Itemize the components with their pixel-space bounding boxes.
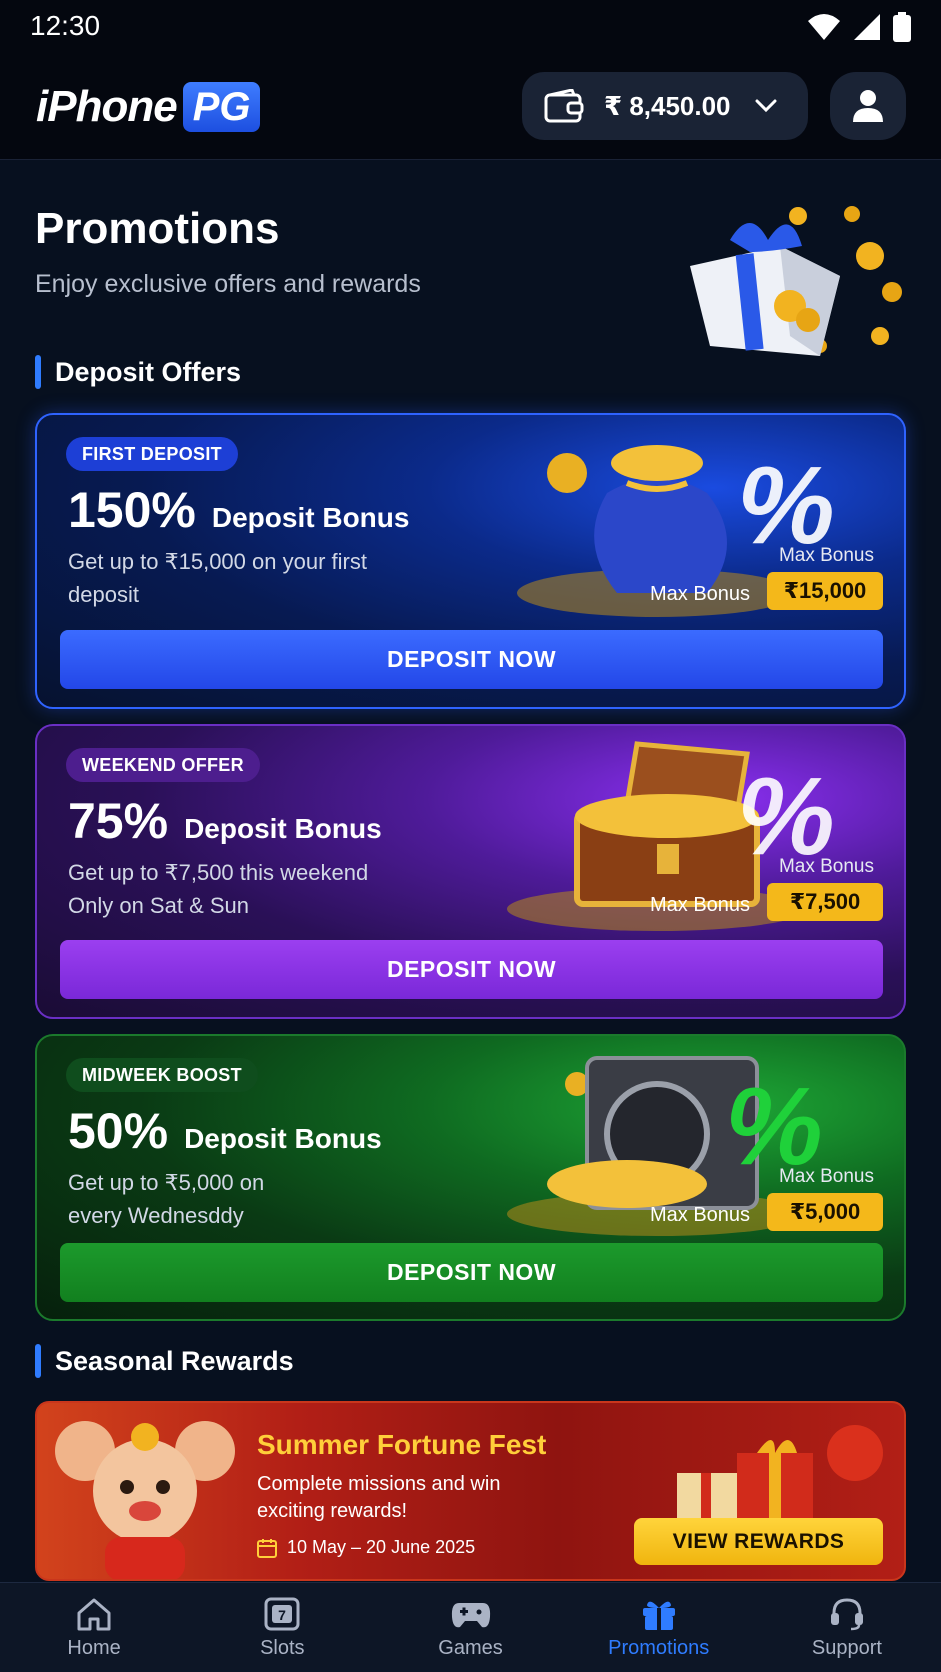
deposit-offers-header: Deposit Offers bbox=[35, 355, 241, 389]
section-accent-bar bbox=[35, 355, 41, 389]
offer-headline: 50% Deposit Bonus bbox=[68, 1102, 382, 1160]
logo-text: iPhone bbox=[36, 82, 178, 131]
wallet-amount: ₹ 8,450.00 bbox=[604, 90, 731, 121]
max-bonus-caption: Max Bonus bbox=[778, 545, 874, 566]
max-bonus-label: Max Bonus bbox=[650, 583, 751, 605]
section-title: Seasonal Rewards bbox=[55, 1345, 294, 1376]
season-description: Complete missions and win exciting rewar… bbox=[257, 1473, 501, 1522]
signal-icon bbox=[854, 14, 880, 40]
wallet-icon bbox=[544, 89, 584, 123]
seasonal-reward-card[interactable]: Summer Fortune Fest Complete missions an… bbox=[35, 1401, 906, 1581]
status-bar: 12:30 bbox=[0, 0, 941, 54]
page-title: Promotions bbox=[35, 204, 280, 253]
max-bonus-value: ₹5,000 bbox=[767, 1193, 883, 1231]
deposit-now-button[interactable]: DEPOSIT NOW bbox=[60, 1243, 883, 1302]
max-bonus-caption: Max Bonus bbox=[778, 856, 874, 877]
nav-item-home[interactable]: Home bbox=[0, 1583, 188, 1672]
mouse-mascot-illustration bbox=[55, 1421, 235, 1579]
nav-item-support[interactable]: Support bbox=[753, 1583, 941, 1672]
offer-card-first-deposit: % FIRST DEPOSIT 150% Deposit Bonus Get u… bbox=[35, 413, 906, 709]
seasonal-rewards-header: Seasonal Rewards bbox=[35, 1344, 294, 1378]
offer-description: Get up to ₹7,500 this weekend Only on Sa… bbox=[68, 860, 369, 918]
view-rewards-button[interactable]: VIEW REWARDS bbox=[634, 1518, 883, 1565]
max-bonus-value: ₹7,500 bbox=[767, 883, 883, 921]
offer-description: Get up to ₹15,000 on your first deposit bbox=[68, 549, 367, 607]
offer-description: Get up to ₹5,000 on every Wednesddy bbox=[68, 1170, 265, 1228]
section-accent-bar bbox=[35, 1344, 41, 1378]
max-bonus-caption: Max Bonus bbox=[778, 1166, 874, 1187]
offer-tag: FIRST DEPOSIT bbox=[66, 437, 238, 471]
slots-icon: 7 bbox=[264, 1597, 300, 1631]
nav-label: Games bbox=[438, 1637, 503, 1659]
nav-item-slots[interactable]: 7 Slots bbox=[188, 1583, 376, 1672]
bottom-nav: Home 7 Slots Games Promotions Support bbox=[0, 1582, 941, 1672]
headset-icon bbox=[830, 1598, 863, 1631]
offer-bonus-label: Deposit Bonus bbox=[184, 1123, 382, 1154]
nav-label: Slots bbox=[260, 1637, 305, 1659]
svg-text:7: 7 bbox=[278, 1607, 286, 1623]
offer-tag: WEEKEND OFFER bbox=[66, 748, 260, 782]
nav-label: Support bbox=[811, 1637, 882, 1659]
offer-bonus-label: Deposit Bonus bbox=[211, 502, 410, 533]
section-title: Deposit Offers bbox=[55, 356, 242, 387]
offer-card-midweek-boost: % MIDWEEK BOOST 50% Deposit Bonus Get up… bbox=[35, 1034, 906, 1321]
app-header: iPhone PG ₹ 8,450.00 bbox=[0, 54, 941, 160]
offer-percent: 150% bbox=[68, 482, 196, 538]
wifi-icon bbox=[808, 14, 840, 40]
offer-headline: 75% Deposit Bonus bbox=[68, 792, 382, 850]
status-icons bbox=[807, 12, 911, 42]
gamepad-icon bbox=[451, 1603, 490, 1628]
calendar-icon bbox=[257, 1538, 277, 1558]
offer-bonus-label: Deposit Bonus bbox=[184, 813, 382, 844]
season-date: 10 May – 20 June 2025 bbox=[257, 1537, 475, 1558]
gift-icon bbox=[642, 1601, 675, 1630]
user-icon bbox=[853, 90, 883, 122]
max-bonus-label: Max Bonus bbox=[650, 1204, 751, 1226]
nav-item-games[interactable]: Games bbox=[376, 1583, 564, 1672]
deposit-now-button[interactable]: DEPOSIT NOW bbox=[60, 940, 883, 999]
season-title: Summer Fortune Fest bbox=[257, 1429, 547, 1460]
offer-percent: 75% bbox=[68, 793, 169, 849]
nav-label: Promotions bbox=[608, 1637, 710, 1659]
offer-card-weekend-offer: % WEEKEND OFFER 75% Deposit Bonus Get up… bbox=[35, 724, 906, 1019]
season-date-text: 10 May – 20 June 2025 bbox=[287, 1537, 476, 1557]
wallet-balance-button[interactable]: ₹ 8,450.00 bbox=[522, 72, 808, 140]
gift-boxes-illustration bbox=[677, 1425, 883, 1529]
deposit-now-button[interactable]: DEPOSIT NOW bbox=[60, 630, 883, 689]
home-icon bbox=[77, 1598, 111, 1631]
nav-label: Home bbox=[67, 1637, 121, 1659]
logo-badge: PG bbox=[182, 82, 261, 132]
profile-button[interactable] bbox=[830, 72, 906, 140]
nav-item-promotions[interactable]: Promotions bbox=[565, 1583, 753, 1672]
offer-headline: 150% Deposit Bonus bbox=[68, 481, 409, 539]
offer-tag: MIDWEEK BOOST bbox=[66, 1058, 258, 1092]
chevron-down-icon bbox=[755, 99, 777, 113]
app-logo[interactable]: iPhone PG bbox=[36, 82, 261, 132]
max-bonus-label: Max Bonus bbox=[650, 894, 751, 916]
max-bonus-value: ₹15,000 bbox=[767, 572, 883, 610]
battery-icon bbox=[893, 12, 911, 42]
gift-box-illustration bbox=[690, 206, 902, 356]
status-time: 12:30 bbox=[30, 10, 101, 41]
offer-percent: 50% bbox=[68, 1103, 169, 1159]
page-subtitle: Enjoy exclusive offers and rewards bbox=[35, 270, 421, 298]
